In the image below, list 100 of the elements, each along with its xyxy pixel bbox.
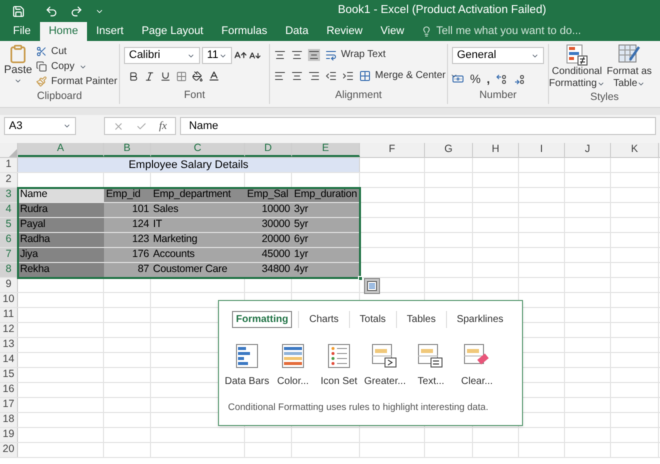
table-cell: Coustomer Care	[151, 263, 245, 277]
table-cell: Marketing	[151, 233, 245, 247]
column-header[interactable]: F	[360, 143, 425, 157]
row-header[interactable]: 13	[0, 338, 18, 352]
row-header[interactable]: 17	[0, 398, 18, 412]
table-cell: 1yr	[292, 248, 360, 262]
font-size-dropdown[interactable]: 11	[202, 47, 232, 64]
column-header[interactable]: I	[519, 143, 565, 157]
table-cell: 34800	[245, 263, 292, 277]
merge-center-button[interactable]: Merge & Center	[359, 68, 458, 83]
column-header[interactable]: H	[473, 143, 519, 157]
table-cell: 101	[104, 203, 151, 217]
column-header[interactable]: B	[104, 143, 151, 157]
group-label: Alignment	[335, 88, 382, 104]
paste-button[interactable]: Paste	[4, 44, 32, 89]
format-painter-button[interactable]: Format Painter	[36, 74, 118, 89]
row-header[interactable]: 3	[0, 188, 18, 202]
row-header[interactable]: 11	[0, 308, 18, 322]
table-cell: Accounts	[151, 248, 245, 262]
formatting-option[interactable]: Text...	[409, 344, 453, 389]
row-header[interactable]: 12	[0, 323, 18, 337]
row-header[interactable]: 19	[0, 428, 18, 442]
ribbon-tab[interactable]: Page Layout	[132, 22, 212, 41]
formatting-option[interactable]: Data Bars	[225, 344, 269, 389]
column-header[interactable]: J	[565, 143, 611, 157]
conditional-formatting-button[interactable]: Conditional Formatting	[549, 44, 605, 90]
table-cell: 123	[104, 233, 151, 247]
column-heading-cell: Emp_duration	[292, 188, 360, 202]
formula-input[interactable]: Name	[180, 117, 656, 135]
ribbon-tab[interactable]: Data	[276, 22, 318, 41]
formatting-option[interactable]: Color...	[271, 344, 315, 389]
sheet-title-cell: Employee Salary Details	[18, 158, 360, 172]
cut-button[interactable]: Cut	[36, 44, 118, 59]
group-label: Styles	[590, 90, 619, 105]
table-cell: 30000	[245, 218, 292, 232]
analysis-tab[interactable]: Sparklines	[452, 311, 508, 328]
copy-button[interactable]: Copy	[36, 59, 118, 74]
column-header[interactable]: A	[18, 143, 104, 157]
number-format-dropdown[interactable]: General	[452, 47, 544, 64]
column-header[interactable]: K	[611, 143, 659, 157]
table-cell: 10000	[245, 203, 292, 217]
comma-style-button[interactable]: ,	[486, 70, 490, 88]
group-label: Number	[479, 88, 517, 104]
formatting-option[interactable]: Icon Set	[317, 344, 361, 389]
table-cell: 87	[104, 263, 151, 277]
table-cell: Radha	[18, 233, 104, 247]
row-header[interactable]: 7	[0, 248, 18, 262]
row-header[interactable]: 8	[0, 263, 18, 277]
row-header[interactable]: 4	[0, 203, 18, 217]
row-header[interactable]: 6	[0, 233, 18, 247]
column-heading-cell: Name	[18, 188, 104, 202]
analysis-tab[interactable]: Tables	[402, 311, 440, 328]
column-heading-cell: Emp_department	[151, 188, 245, 202]
row-header[interactable]: 9	[0, 278, 18, 292]
table-cell: 20000	[245, 233, 292, 247]
row-header[interactable]: 18	[0, 413, 18, 427]
row-header[interactable]: 15	[0, 368, 18, 382]
tell-me-field[interactable]: Tell me what you want to do...	[436, 23, 616, 40]
table-cell: 124	[104, 218, 151, 232]
ribbon-tab[interactable]: Formulas	[212, 22, 276, 41]
formatting-option[interactable]: Greater...	[363, 344, 407, 389]
row-header[interactable]: 10	[0, 293, 18, 307]
row-header[interactable]: 2	[0, 173, 18, 187]
table-cell: 5yr	[292, 218, 360, 232]
table-cell: 176	[104, 248, 151, 262]
column-heading-cell: Emp_Sal	[245, 188, 292, 202]
row-header[interactable]: 1	[0, 158, 18, 172]
font-name-dropdown[interactable]: Calibri	[124, 47, 200, 64]
window-title: Book1 - Excel (Product Activation Failed)	[338, 3, 546, 18]
table-cell: Sales	[151, 203, 245, 217]
column-heading-cell: Emp_id	[104, 188, 151, 202]
analysis-tab[interactable]: Charts	[305, 311, 343, 328]
row-header[interactable]: 20	[0, 443, 18, 457]
name-box[interactable]: A3	[4, 117, 76, 135]
table-cell: Rudra	[18, 203, 104, 217]
table-cell: 3yr	[292, 203, 360, 217]
analysis-tab[interactable]: Totals	[356, 311, 390, 328]
column-header[interactable]: G	[425, 143, 473, 157]
table-cell: Payal	[18, 218, 104, 232]
ribbon-tab[interactable]: File	[4, 22, 40, 41]
table-cell: IT	[151, 218, 245, 232]
percent-style-button[interactable]: %	[470, 70, 481, 88]
row-header[interactable]: 5	[0, 218, 18, 232]
insert-function-button[interactable]: fx	[159, 118, 167, 134]
ribbon-tab[interactable]: Insert	[87, 22, 133, 41]
row-header[interactable]: 14	[0, 353, 18, 367]
analysis-tab[interactable]: Formatting	[232, 311, 292, 328]
row-header[interactable]: 16	[0, 383, 18, 397]
formatting-option[interactable]: Clear...	[455, 344, 499, 389]
wrap-text-button[interactable]: Wrap Text	[325, 47, 386, 62]
column-header[interactable]: C	[151, 143, 245, 157]
format-as-table-button[interactable]: Format as Table	[606, 44, 652, 90]
table-cell: Jiya	[18, 248, 104, 262]
table-cell: 6yr	[292, 233, 360, 247]
ribbon-tab[interactable]: Review	[317, 22, 372, 41]
column-header[interactable]: E	[292, 143, 360, 157]
ribbon-tab[interactable]: View	[372, 22, 414, 41]
table-cell: 4yr	[292, 263, 360, 277]
column-header[interactable]: D	[245, 143, 292, 157]
ribbon-tab[interactable]: Home	[40, 22, 88, 41]
